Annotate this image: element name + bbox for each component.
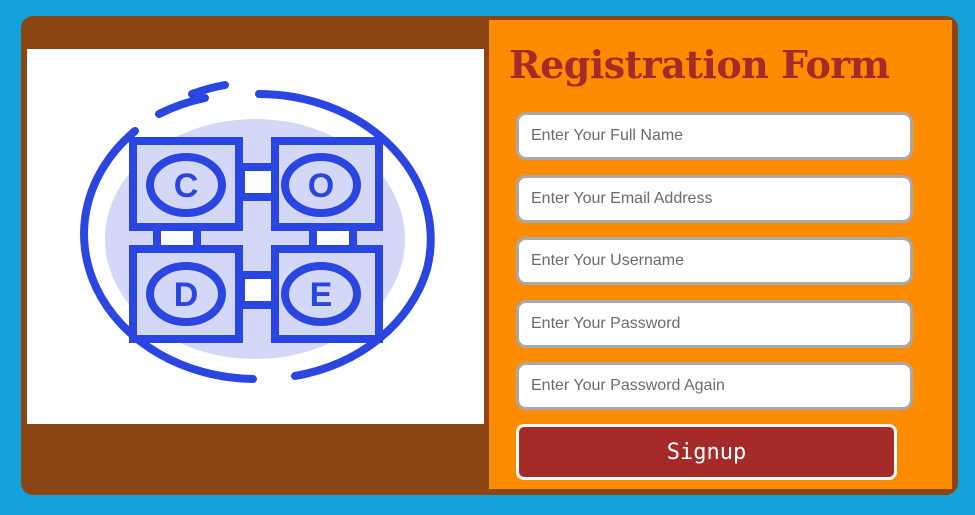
logo-letter-d: D xyxy=(174,276,199,314)
code-logo-icon: C O D E xyxy=(80,81,435,383)
logo-letter-e: E xyxy=(310,276,333,314)
confirm-password-input[interactable] xyxy=(516,362,913,410)
logo-letter-o: O xyxy=(308,167,334,205)
logo-letter-c: C xyxy=(174,167,199,205)
registration-form: Registration Form Signup xyxy=(489,20,952,489)
full-name-input[interactable] xyxy=(516,112,913,160)
logo-image-panel: C O D E xyxy=(27,49,484,424)
registration-card: C O D E Registration Form Signup xyxy=(21,16,958,495)
signup-button[interactable]: Signup xyxy=(516,424,897,480)
email-input[interactable] xyxy=(516,175,913,223)
password-input[interactable] xyxy=(516,300,913,348)
form-title: Registration Form xyxy=(509,42,890,87)
username-input[interactable] xyxy=(516,237,913,285)
